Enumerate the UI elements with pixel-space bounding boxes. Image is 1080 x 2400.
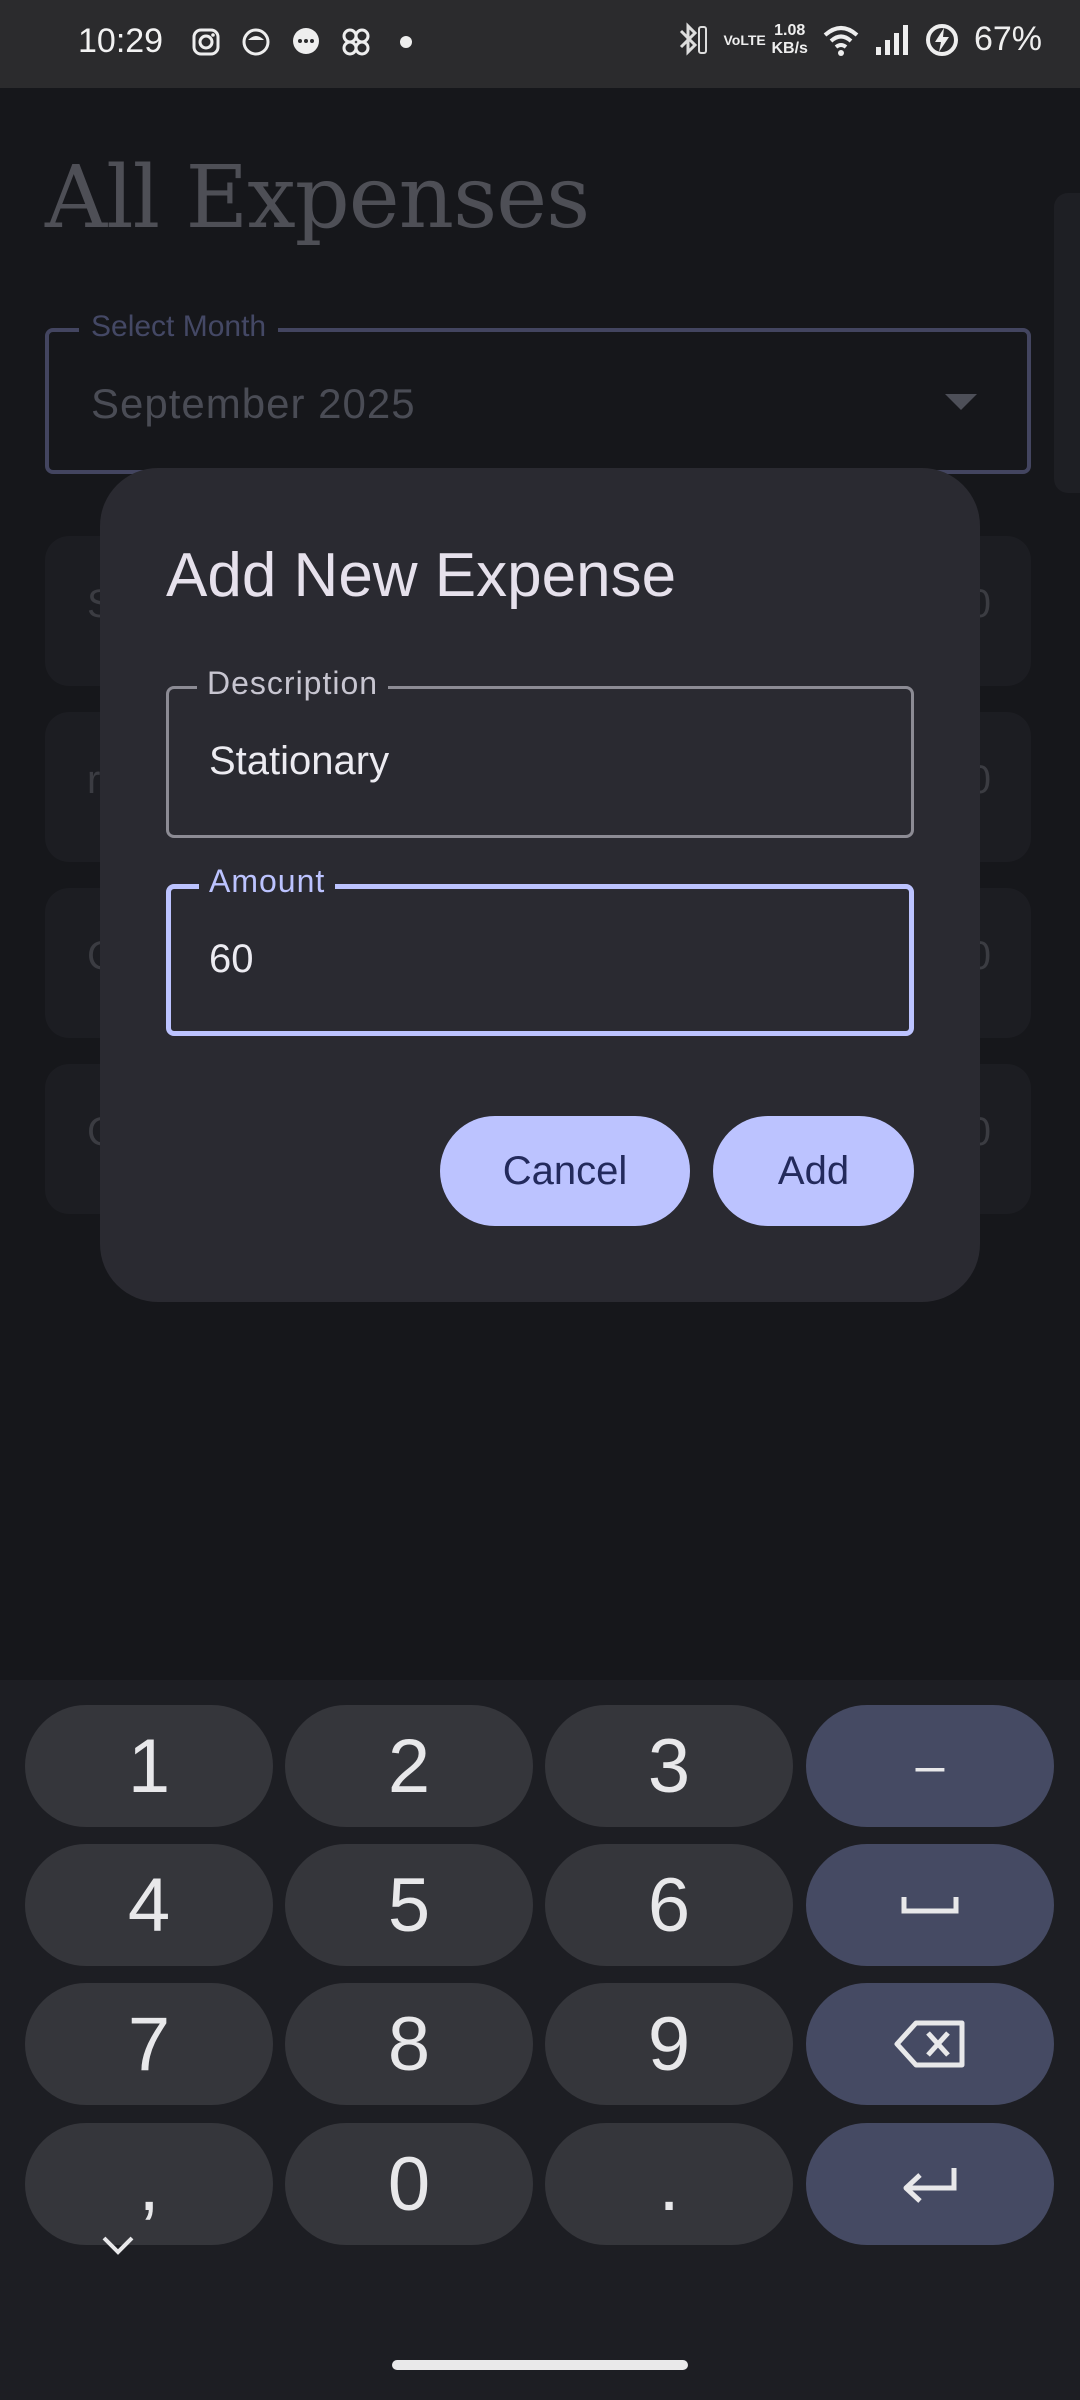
wifi-icon bbox=[823, 25, 859, 56]
key-6[interactable]: 6 bbox=[545, 1844, 793, 1966]
dialog-title: Add New Expense bbox=[166, 541, 677, 610]
description-field[interactable]: Description Stationary bbox=[166, 665, 914, 838]
cancel-button[interactable]: Cancel bbox=[440, 1116, 690, 1226]
key-period[interactable]: . bbox=[545, 2123, 793, 2245]
key-0[interactable]: 0 bbox=[285, 2123, 533, 2245]
description-value: Stationary bbox=[209, 739, 390, 783]
backspace-icon bbox=[894, 2020, 965, 2068]
expense-card-text: r bbox=[87, 758, 101, 802]
status-time: 10:29 bbox=[78, 22, 164, 60]
side-panel-edge bbox=[1054, 193, 1080, 493]
page-title: All Expenses bbox=[45, 148, 590, 248]
month-select[interactable]: Select Month September 2025 bbox=[45, 310, 1031, 474]
chat-bubble-icon bbox=[242, 28, 270, 56]
key-minus[interactable]: – bbox=[806, 1705, 1054, 1827]
amount-field[interactable]: Amount 60 bbox=[166, 863, 914, 1036]
add-expense-dialog: Add New Expense Description Stationary A… bbox=[100, 468, 980, 1302]
dropdown-arrow-icon bbox=[945, 394, 977, 410]
net-speed-unit: KB/s bbox=[771, 39, 808, 57]
dot-icon bbox=[400, 36, 412, 48]
description-label: Description bbox=[197, 665, 389, 702]
key-backspace[interactable] bbox=[806, 1983, 1054, 2105]
space-icon bbox=[901, 1897, 959, 1914]
key-8[interactable]: 8 bbox=[285, 1983, 533, 2105]
key-space[interactable] bbox=[806, 1844, 1054, 1966]
notification-icons bbox=[190, 26, 422, 58]
month-select-label: Select Month bbox=[79, 310, 279, 344]
key-1[interactable]: 1 bbox=[25, 1705, 273, 1827]
key-9[interactable]: 9 bbox=[545, 1983, 793, 2105]
bluetooth-icon bbox=[680, 21, 708, 56]
amount-value: 60 bbox=[209, 937, 254, 981]
messages-icon bbox=[293, 28, 319, 54]
net-speed-value: 1.08 bbox=[774, 21, 806, 39]
home-indicator[interactable] bbox=[392, 2360, 688, 2370]
key-enter[interactable] bbox=[806, 2123, 1054, 2245]
net-speed: 1.08 KB/s bbox=[771, 22, 807, 58]
status-bar: 10:29 VoLTE 1.08 KB/s 67% bbox=[0, 0, 1080, 88]
add-button[interactable]: Add bbox=[713, 1116, 914, 1226]
numeric-keyboard: 1 2 3 – 4 5 6 7 8 9 , 0 . bbox=[0, 1680, 1080, 2400]
signal-icon bbox=[875, 24, 908, 55]
key-5[interactable]: 5 bbox=[285, 1844, 533, 1966]
pinwheel-icon bbox=[342, 28, 370, 56]
amount-label: Amount bbox=[199, 863, 336, 900]
battery-percent: 67% bbox=[973, 20, 1042, 58]
key-3[interactable]: 3 bbox=[545, 1705, 793, 1827]
volte-indicator: VoLTE bbox=[723, 31, 766, 48]
month-select-value: September 2025 bbox=[91, 380, 416, 427]
key-comma[interactable]: , bbox=[25, 2123, 273, 2245]
enter-icon bbox=[903, 2168, 957, 2203]
chevron-down-icon[interactable] bbox=[98, 2230, 138, 2260]
battery-charging-icon bbox=[925, 23, 958, 56]
status-right: VoLTE 1.08 KB/s 67% bbox=[675, 20, 1042, 59]
instagram-icon bbox=[192, 28, 220, 56]
key-2[interactable]: 2 bbox=[285, 1705, 533, 1827]
key-7[interactable]: 7 bbox=[25, 1983, 273, 2105]
key-4[interactable]: 4 bbox=[25, 1844, 273, 1966]
